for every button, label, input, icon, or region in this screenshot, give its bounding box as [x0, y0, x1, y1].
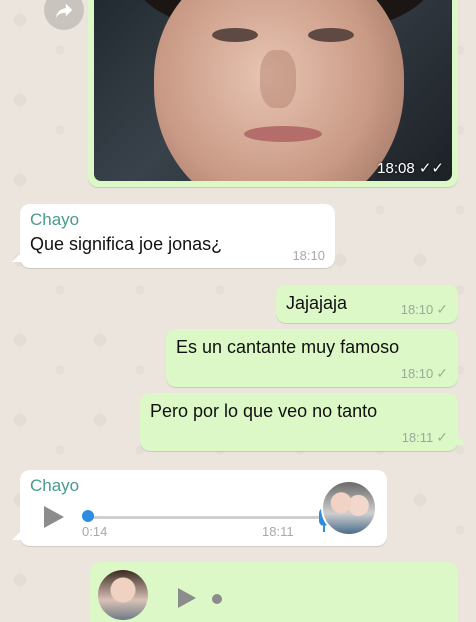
sent-check-icon: ✓ — [436, 365, 448, 381]
audio-scrubber-handle[interactable] — [212, 594, 222, 604]
message-text: Es un cantante muy famoso — [176, 337, 400, 357]
message-text: Que significa joe jonas¿ — [30, 234, 223, 254]
incoming-message[interactable]: Chayo Que significa joe jonas¿ 18:10 — [12, 204, 335, 268]
outgoing-message[interactable]: Pero por lo que veo no tanto 18:11 ✓ — [140, 393, 466, 451]
message-timestamp: 18:10 — [292, 248, 325, 263]
voice-message[interactable]: Chayo 0:14 18:11 — [12, 470, 387, 546]
message-timestamp: 18:11 ✓ — [401, 429, 448, 445]
sent-check-icon: ✓ — [436, 301, 448, 317]
forward-icon — [55, 3, 73, 19]
audio-duration: 0:14 — [82, 524, 108, 539]
play-icon[interactable] — [178, 588, 196, 608]
outgoing-message[interactable]: Jajajaja 18:10 ✓ — [276, 285, 458, 323]
avatar[interactable] — [98, 570, 148, 620]
message-timestamp: 18:10 ✓ — [400, 365, 448, 381]
sent-check-icon: ✓ — [436, 429, 448, 445]
play-icon[interactable] — [44, 506, 64, 528]
audio-progress-track[interactable] — [86, 516, 322, 519]
photo-message[interactable]: 18:08 ✓✓ — [88, 0, 458, 187]
read-receipt-icon: ✓✓ — [418, 160, 444, 177]
message-timestamp: 18:10 ✓ — [400, 301, 448, 317]
audio-scrubber-handle[interactable] — [82, 510, 94, 522]
voice-message[interactable] — [90, 562, 458, 622]
avatar[interactable] — [321, 480, 377, 536]
message-text: Pero por lo que veo no tanto — [150, 401, 378, 421]
outgoing-message[interactable]: Es un cantante muy famoso 18:10 ✓ — [166, 329, 458, 387]
photo-timestamp: 18:08 ✓✓ — [377, 160, 444, 177]
sender-name[interactable]: Chayo — [30, 210, 325, 230]
message-photo[interactable]: 18:08 ✓✓ — [94, 0, 452, 181]
message-timestamp: 18:11 — [262, 524, 294, 539]
